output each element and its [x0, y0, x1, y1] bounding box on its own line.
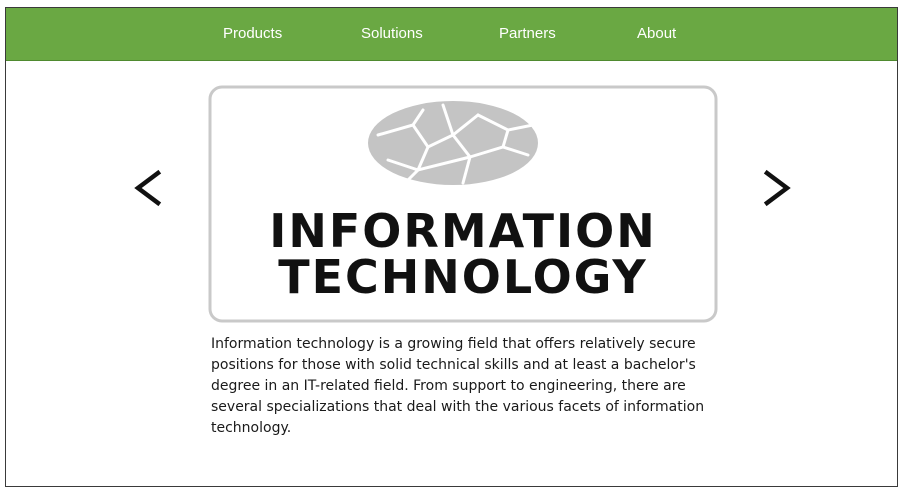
carousel-next-button[interactable] [756, 163, 796, 213]
logo-title-line2: TECHNOLOGY [278, 250, 648, 304]
carousel-prev-button[interactable] [129, 163, 169, 213]
carousel-description: Information technology is a growing fiel… [211, 336, 705, 436]
nav-solutions[interactable]: Solutions [361, 8, 423, 60]
information-technology-logo: INFORMATION TECHNOLOGY [208, 85, 718, 323]
top-navbar: Products Solutions Partners About [6, 8, 897, 61]
carousel-image: INFORMATION TECHNOLOGY [208, 85, 718, 323]
nav-partners[interactable]: Partners [499, 8, 556, 60]
chevron-right-icon [763, 169, 791, 207]
nav-products[interactable]: Products [223, 8, 282, 60]
nav-about[interactable]: About [637, 8, 676, 60]
globe-network-icon [368, 101, 538, 185]
chevron-left-icon [134, 169, 162, 207]
page-frame: Products Solutions Partners About INFORM… [5, 7, 898, 487]
